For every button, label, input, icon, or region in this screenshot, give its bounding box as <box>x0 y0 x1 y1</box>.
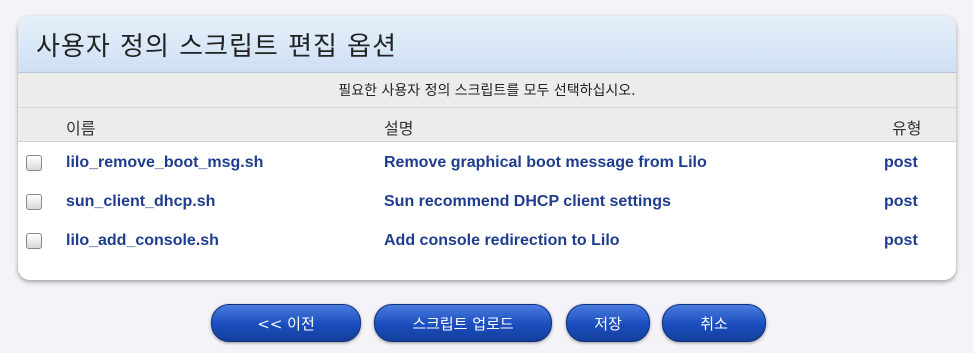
script-name: lilo_add_console.sh <box>66 232 219 249</box>
script-checkbox[interactable] <box>26 194 42 210</box>
upload-script-button[interactable]: 스크립트 업로드 <box>374 304 552 342</box>
page-title: 사용자 정의 스크립트 편집 옵션 <box>18 16 956 73</box>
script-description: Sun recommend DHCP client settings <box>384 193 671 210</box>
previous-button[interactable]: << 이전 <box>211 304 361 342</box>
script-name: sun_client_dhcp.sh <box>66 193 216 210</box>
table-header: 이름 설명 유형 <box>18 108 956 142</box>
column-header-description: 설명 <box>384 119 414 138</box>
script-type: post <box>884 154 918 171</box>
table-row: lilo_add_console.sh Add console redirect… <box>18 222 956 261</box>
table-row: sun_client_dhcp.sh Sun recommend DHCP cl… <box>18 183 956 222</box>
column-header-type: 유형 <box>892 119 922 138</box>
table-row: lilo_remove_boot_msg.sh Remove graphical… <box>18 144 956 183</box>
cancel-button[interactable]: 취소 <box>662 304 766 342</box>
script-checkbox[interactable] <box>26 233 42 249</box>
script-description: Remove graphical boot message from Lilo <box>384 154 707 171</box>
action-buttons: << 이전 스크립트 업로드 저장 취소 <box>0 304 973 344</box>
custom-script-panel: 사용자 정의 스크립트 편집 옵션 필요한 사용자 정의 스크립트를 모두 선택… <box>18 16 956 280</box>
script-description: Add console redirection to Lilo <box>384 232 620 249</box>
instructions-text: 필요한 사용자 정의 스크립트를 모두 선택하십시오. <box>18 73 956 108</box>
script-type: post <box>884 193 918 210</box>
script-type: post <box>884 232 918 249</box>
script-checkbox[interactable] <box>26 155 42 171</box>
save-button[interactable]: 저장 <box>566 304 650 342</box>
column-header-name: 이름 <box>66 119 96 138</box>
script-name: lilo_remove_boot_msg.sh <box>66 154 264 171</box>
